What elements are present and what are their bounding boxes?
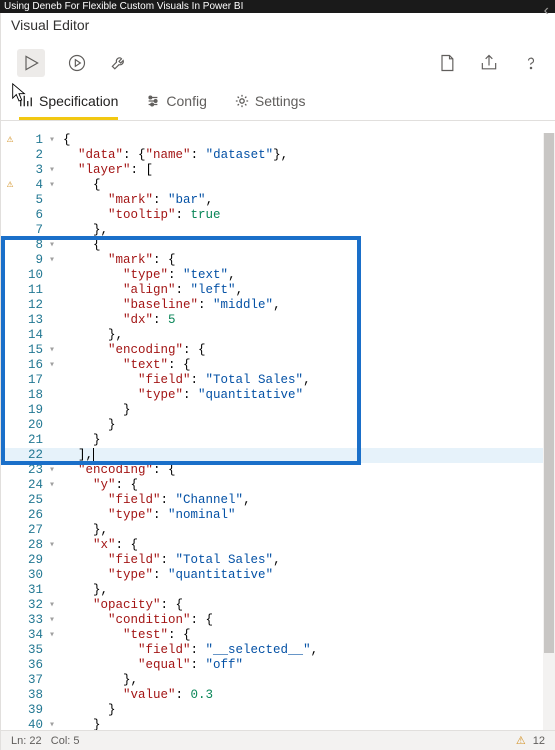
code-line[interactable]: 38 "value": 0.3 — [1, 688, 555, 703]
code-line[interactable]: 3▾ "layer": [ — [1, 163, 555, 178]
code-line[interactable]: 6 "tooltip": true — [1, 208, 555, 223]
code-line[interactable]: 39 } — [1, 703, 555, 718]
new-spec-button[interactable] — [437, 53, 457, 73]
visual-editor-panel: Visual Editor ‹ — [0, 13, 555, 750]
code-line[interactable]: 21 } — [1, 433, 555, 448]
code-line[interactable]: ⚠1▾{ — [1, 133, 555, 148]
repair-button[interactable] — [109, 53, 129, 73]
code-line[interactable]: 9▾ "mark": { — [1, 253, 555, 268]
code-line[interactable]: 17 "field": "Total Sales", — [1, 373, 555, 388]
warning-icon[interactable]: ⚠ — [516, 735, 526, 747]
code-editor[interactable]: ⚠1▾{2 "data": {"name": "dataset"},3▾ "la… — [1, 133, 555, 730]
code-line[interactable]: 34▾ "test": { — [1, 628, 555, 643]
code-line[interactable]: 40▾ } — [1, 718, 555, 730]
code-line[interactable]: 30 "type": "quantitative" — [1, 568, 555, 583]
code-line[interactable]: 35 "field": "__selected__", — [1, 643, 555, 658]
code-line[interactable]: 13 "dx": 5 — [1, 313, 555, 328]
code-line[interactable]: 11 "align": "left", — [1, 283, 555, 298]
tab-label: Settings — [255, 93, 306, 109]
code-line[interactable]: 10 "type": "text", — [1, 268, 555, 283]
code-line[interactable]: 33▾ "condition": { — [1, 613, 555, 628]
code-line[interactable]: 8▾ { — [1, 238, 555, 253]
code-line[interactable]: 25 "field": "Channel", — [1, 493, 555, 508]
tab-bar: Specification Config Settings — [1, 85, 555, 121]
sliders-icon — [146, 94, 160, 108]
panel-title: Visual Editor — [11, 17, 89, 33]
status-bar: Ln: 22 Col: 5 ⚠ 12 — [1, 730, 555, 750]
export-button[interactable] — [479, 53, 499, 73]
code-line[interactable]: 7 }, — [1, 223, 555, 238]
code-line[interactable]: ⚠4▾ { — [1, 178, 555, 193]
code-line[interactable]: 19 } — [1, 403, 555, 418]
code-line[interactable]: 28▾ "x": { — [1, 538, 555, 553]
code-line[interactable]: 27 }, — [1, 523, 555, 538]
tab-label: Specification — [39, 93, 118, 109]
code-line[interactable]: 36 "equal": "off" — [1, 658, 555, 673]
tab-settings[interactable]: Settings — [235, 93, 306, 120]
code-line[interactable]: 2 "data": {"name": "dataset"}, — [1, 148, 555, 163]
code-line[interactable]: 26 "type": "nominal" — [1, 508, 555, 523]
code-line[interactable]: 22 ], — [1, 448, 555, 463]
auto-run-button[interactable] — [67, 53, 87, 73]
toolbar — [1, 37, 555, 85]
code-line[interactable]: 14 }, — [1, 328, 555, 343]
run-button[interactable] — [17, 49, 45, 77]
code-line[interactable]: 5 "mark": "bar", — [1, 193, 555, 208]
warning-count[interactable]: 12 — [533, 735, 545, 747]
video-title-banner: Using Deneb For Flexible Custom Visuals … — [0, 0, 555, 13]
collapse-chevron-icon[interactable]: ‹ — [544, 2, 549, 20]
code-line[interactable]: 18 "type": "quantitative" — [1, 388, 555, 403]
scrollbar-thumb[interactable] — [544, 133, 554, 653]
code-line[interactable]: 20 } — [1, 418, 555, 433]
code-line[interactable]: 16▾ "text": { — [1, 358, 555, 373]
help-button[interactable] — [521, 53, 541, 73]
vertical-scrollbar[interactable] — [543, 133, 555, 730]
code-line[interactable]: 37 }, — [1, 673, 555, 688]
gear-icon — [235, 94, 249, 108]
code-line[interactable]: 29 "field": "Total Sales", — [1, 553, 555, 568]
code-line[interactable]: 15▾ "encoding": { — [1, 343, 555, 358]
code-line[interactable]: 12 "baseline": "middle", — [1, 298, 555, 313]
code-line[interactable]: 32▾ "opacity": { — [1, 598, 555, 613]
code-line[interactable]: 23▾ "encoding": { — [1, 463, 555, 478]
tab-config[interactable]: Config — [146, 93, 206, 120]
code-line[interactable]: 24▾ "y": { — [1, 478, 555, 493]
tab-label: Config — [166, 93, 206, 109]
code-line[interactable]: 31 }, — [1, 583, 555, 598]
status-col: Col: 5 — [51, 735, 80, 747]
tab-specification[interactable]: Specification — [19, 93, 118, 120]
bar-chart-icon — [19, 94, 33, 108]
status-line: Ln: 22 — [11, 735, 42, 747]
